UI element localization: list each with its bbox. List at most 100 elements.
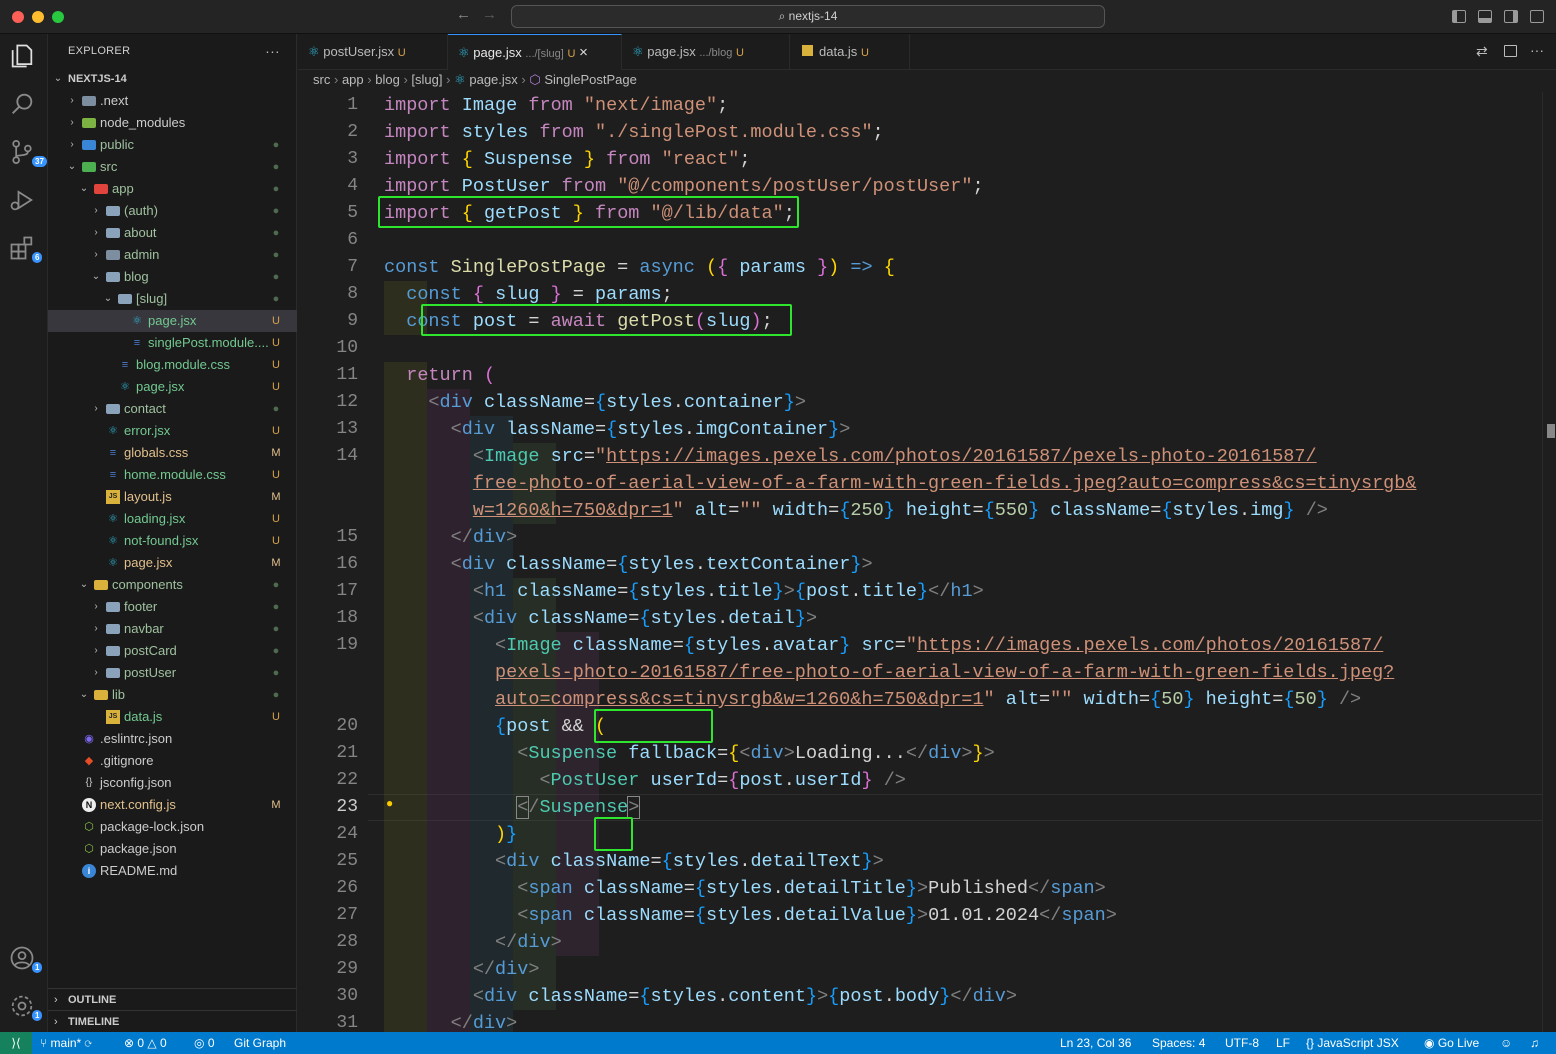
tree-folder[interactable]: › about ● [48, 222, 297, 244]
close-window-button[interactable] [12, 11, 24, 23]
tree-file[interactable]: ≡ blog.module.css U [48, 354, 297, 376]
tree-file[interactable]: JS data.js U [48, 706, 297, 728]
tree-file[interactable]: ⚛ page.jsx U [48, 376, 297, 398]
ports-indicator[interactable]: ◎ 0 [194, 1032, 215, 1054]
tree-folder[interactable]: › footer ● [48, 596, 297, 618]
eslint-icon: ◉ [84, 733, 94, 745]
maximize-window-button[interactable] [52, 11, 64, 23]
tree-file[interactable]: ≡ home.module.css U [48, 464, 297, 486]
git-graph-button[interactable]: Git Graph [234, 1032, 286, 1054]
react-icon: ⚛ [632, 44, 648, 59]
line-number: 8 [347, 284, 358, 304]
explorer-root-folder[interactable]: ⌄ NEXTJS-14 [48, 68, 297, 90]
line-number: 5 [347, 203, 358, 223]
source-control-icon[interactable]: 37 [8, 138, 47, 170]
react-icon: ⚛ [108, 535, 118, 547]
tab-postuser-jsx[interactable]: ⚛ postUser.jsx U [298, 34, 448, 70]
problems-indicator[interactable]: ⊗ 0 △ 0 [124, 1032, 167, 1054]
more-actions-icon[interactable]: ··· [1530, 42, 1544, 58]
outline-section[interactable]: › OUTLINE [48, 988, 297, 1010]
line-number: 12 [336, 392, 358, 412]
tree-file[interactable]: {} jsconfig.json [48, 772, 297, 794]
tree-file[interactable]: ⚛ error.jsx U [48, 420, 297, 442]
tab-data-js[interactable]: data.js U [790, 34, 910, 70]
tab-blog-page-jsx[interactable]: ⚛ page.jsx .../blog U [622, 34, 790, 70]
encoding[interactable]: UTF-8 [1225, 1032, 1259, 1054]
tree-folder[interactable]: › public ● [48, 134, 297, 156]
tree-file[interactable]: ◉ .eslintrc.json [48, 728, 297, 750]
more-actions-icon[interactable]: ··· [265, 34, 280, 68]
tree-folder[interactable]: › (auth) ● [48, 200, 297, 222]
lightbulb-icon[interactable]: ● [386, 794, 393, 812]
folder-icon [106, 404, 120, 414]
tree-file[interactable]: ⚛ not-found.jsx U [48, 530, 297, 552]
language-mode[interactable]: {} JavaScript JSX [1306, 1032, 1399, 1054]
tree-folder[interactable]: ⌄ [slug] ● [48, 288, 297, 310]
toggle-panel-icon[interactable] [1478, 10, 1492, 23]
back-arrow-icon[interactable]: ← [456, 6, 471, 23]
tree-file[interactable]: Nnext.config.js M [48, 794, 297, 816]
account-icon[interactable]: 1 [8, 944, 43, 976]
tree-file[interactable]: JS layout.js M [48, 486, 297, 508]
search-icon[interactable] [8, 90, 40, 122]
tree-folder[interactable]: › postCard ● [48, 640, 297, 662]
explorer-icon[interactable] [8, 42, 40, 74]
braces-icon: {} [1306, 1036, 1318, 1050]
tree-file[interactable]: ≡ singlePost.module.... U [48, 332, 297, 354]
line-number: 7 [347, 257, 358, 277]
split-editor-icon[interactable] [1504, 45, 1517, 57]
tree-folder[interactable]: ⌄ lib ● [48, 684, 297, 706]
line-ending[interactable]: LF [1276, 1032, 1290, 1054]
compare-changes-icon[interactable]: ⇄ [1476, 43, 1488, 60]
react-icon: ⚛ [458, 45, 474, 60]
tree-folder[interactable]: › node_modules [48, 112, 297, 134]
tree-folder[interactable]: › admin ● [48, 244, 297, 266]
scroll-thumb[interactable] [1547, 424, 1555, 438]
command-center-search[interactable]: ⌕ nextjs-14 [511, 5, 1105, 28]
customize-layout-icon[interactable] [1530, 10, 1544, 23]
notifications-bell-icon[interactable]: ♫ [1530, 1032, 1539, 1054]
branch-indicator[interactable]: ⑂ main* ⟳ [40, 1032, 92, 1054]
tree-folder[interactable]: › contact ● [48, 398, 297, 420]
settings-gear-icon[interactable]: 1 [8, 992, 43, 1024]
indentation[interactable]: Spaces: 4 [1152, 1032, 1205, 1054]
line-number: 20 [336, 716, 358, 736]
tree-file[interactable]: ⬡ package.json [48, 838, 297, 860]
cursor-position[interactable]: Ln 23, Col 36 [1060, 1032, 1131, 1054]
tab-slug-page-jsx[interactable]: ⚛ page.jsx .../[slug] U × [448, 34, 622, 70]
code-editor[interactable]: 1 2 3 4 5 6 7 8 9 10 11 12 13 14 15 16 17 18 19 20 21 22 23 24 2… [298, 92, 1556, 1032]
toggle-sidebar-icon[interactable] [1452, 10, 1466, 23]
tree-folder[interactable]: ⌄ components ● [48, 574, 297, 596]
folder-icon [106, 602, 120, 612]
run-debug-icon[interactable] [8, 186, 40, 218]
tree-file[interactable]: i README.md [48, 860, 297, 882]
code-line: <span className={styles.detailValue}>01.… [517, 905, 1117, 926]
indent-band [556, 929, 599, 956]
line-number: 22 [336, 770, 358, 790]
chevron-right-icon: › [94, 667, 98, 678]
forward-arrow-icon[interactable]: → [482, 6, 497, 23]
broadcast-icon: ◎ [194, 1036, 208, 1050]
tree-file[interactable]: ⚛ page.jsx M [48, 552, 297, 574]
go-live-button[interactable]: ◉ Go Live [1424, 1032, 1479, 1054]
minimize-window-button[interactable] [32, 11, 44, 23]
tree-folder[interactable]: ⌄ src ● [48, 156, 297, 178]
extensions-icon[interactable]: 6 [8, 234, 43, 266]
close-tab-icon[interactable]: × [579, 44, 588, 61]
tree-file[interactable]: ⚛ loading.jsx U [48, 508, 297, 530]
timeline-section[interactable]: › TIMELINE [48, 1010, 297, 1032]
tree-folder[interactable]: ⌄ app ● [48, 178, 297, 200]
tree-folder[interactable]: › navbar ● [48, 618, 297, 640]
toggle-secondary-sidebar-icon[interactable] [1504, 10, 1518, 23]
editor-scrollbar[interactable] [1542, 92, 1556, 1032]
feedback-icon[interactable]: ☺ [1500, 1032, 1512, 1054]
tree-folder[interactable]: › postUser ● [48, 662, 297, 684]
tree-folder[interactable]: › .next [48, 90, 297, 112]
tree-file[interactable]: ◆ .gitignore [48, 750, 297, 772]
react-icon: ⚛ [108, 513, 118, 525]
tree-file[interactable]: ⚛ page.jsx U [48, 310, 297, 332]
tree-file[interactable]: ⬡ package-lock.json [48, 816, 297, 838]
tree-folder[interactable]: ⌄ blog ● [48, 266, 297, 288]
tree-file[interactable]: ≡ globals.css M [48, 442, 297, 464]
remote-indicator[interactable]: ⟩⟨ [0, 1032, 32, 1054]
